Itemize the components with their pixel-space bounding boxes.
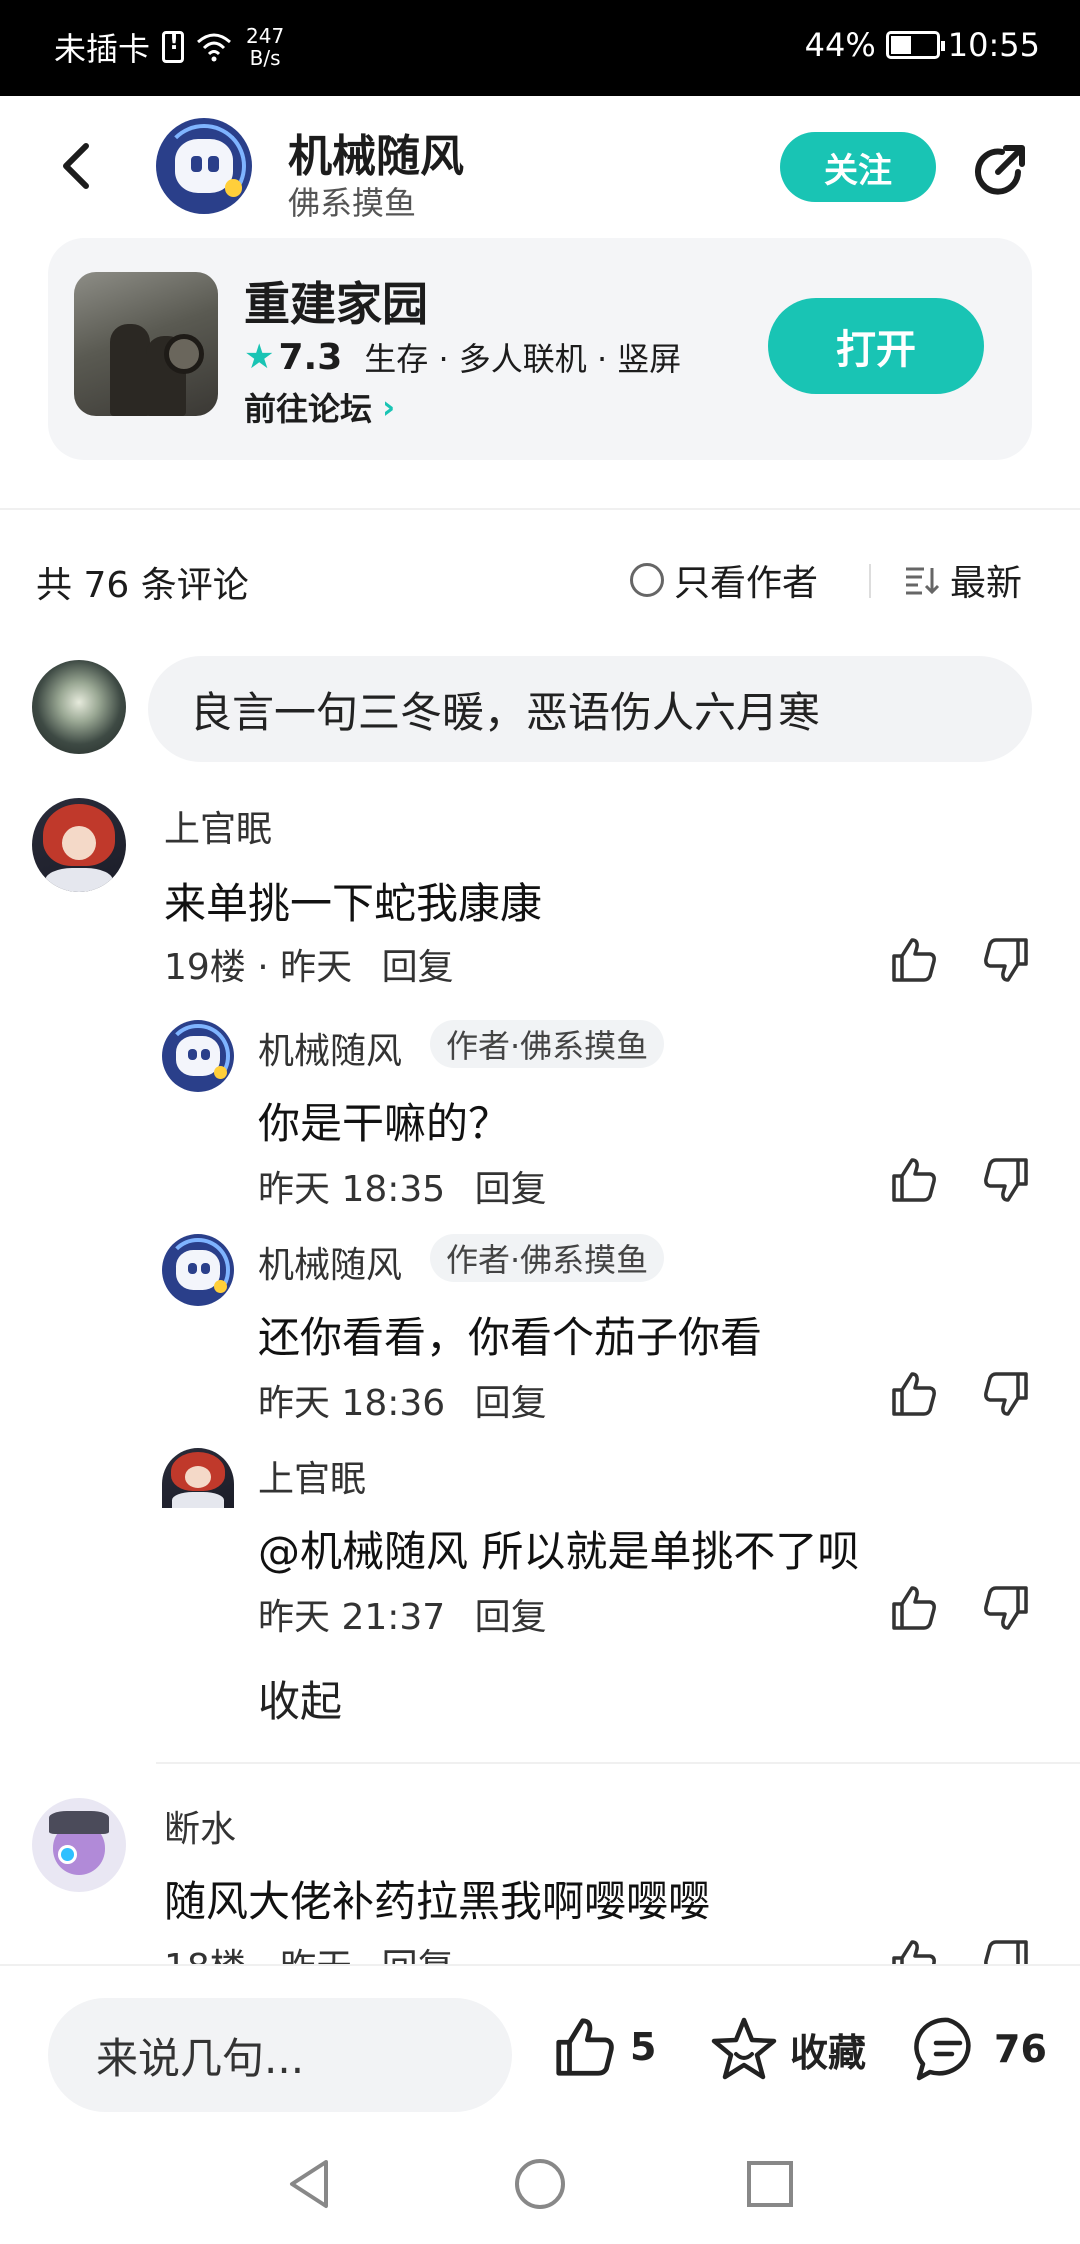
battery-icon bbox=[885, 31, 945, 59]
commenter-name[interactable]: 断水 bbox=[164, 1800, 236, 1852]
reply-button[interactable]: 回复 bbox=[475, 1169, 547, 1210]
thumbs-down-icon[interactable] bbox=[980, 1154, 1032, 1206]
comment-floor: 19楼 bbox=[164, 947, 246, 988]
like-count: 5 bbox=[630, 2025, 657, 2069]
star-outline-icon bbox=[711, 2017, 777, 2080]
nav-back-icon[interactable] bbox=[280, 2154, 340, 2214]
only-author-toggle[interactable]: 只看作者 bbox=[630, 554, 818, 606]
my-avatar[interactable] bbox=[32, 660, 126, 754]
status-bar: 未插卡 247 B/s 44% 10:55 bbox=[0, 0, 1080, 96]
nav-home-icon[interactable] bbox=[510, 2154, 570, 2214]
sort-label: 最新 bbox=[950, 563, 1023, 604]
game-icon[interactable] bbox=[74, 272, 218, 416]
clock: 10:55 bbox=[947, 26, 1040, 64]
thumbs-down-icon[interactable] bbox=[980, 1582, 1032, 1634]
comment-text: 来单挑一下蛇我康康 bbox=[164, 879, 543, 928]
thumbs-up-icon[interactable] bbox=[888, 1154, 940, 1206]
reply-meta: 昨天 21:37 回复 bbox=[258, 1588, 547, 1640]
reply-button[interactable]: 回复 bbox=[475, 1383, 547, 1424]
comment-input[interactable]: 来说几句... bbox=[48, 1998, 512, 2112]
comment-time: 昨天 bbox=[280, 947, 353, 988]
commenter-avatar[interactable] bbox=[32, 1798, 126, 1892]
speed-value: 247 bbox=[246, 24, 285, 48]
reply-button[interactable]: 回复 bbox=[475, 1597, 547, 1638]
favorite-label: 收藏 bbox=[790, 2030, 867, 2075]
section-divider bbox=[0, 508, 1080, 510]
system-nav-bar bbox=[0, 2124, 1080, 2244]
radio-icon bbox=[630, 563, 664, 597]
game-rating: 7.3 bbox=[278, 336, 343, 378]
comment-text: 随风大佬补药拉黑我啊嘤嘤嘤 bbox=[164, 1877, 711, 1926]
reply-button[interactable]: 回复 bbox=[382, 947, 454, 988]
back-icon[interactable] bbox=[50, 138, 106, 194]
collapse-replies-button[interactable]: 收起 bbox=[258, 1668, 342, 1729]
thumbs-up-icon[interactable] bbox=[888, 934, 940, 986]
thumbs-down-icon[interactable] bbox=[980, 1368, 1032, 1420]
author-badge: 作者·佛系摸鱼 bbox=[430, 1020, 665, 1068]
comment-prompt-text: 良言一句三冬暖，恶语伤人六月寒 bbox=[190, 687, 821, 737]
sort-toggle[interactable]: 最新 bbox=[904, 554, 1022, 606]
reply-meta: 昨天 18:36 回复 bbox=[258, 1374, 547, 1426]
thread-divider bbox=[156, 1762, 1080, 1764]
sort-icon bbox=[906, 567, 940, 595]
reply-text: 你是干嘛的？ bbox=[258, 1099, 511, 1148]
forum-link[interactable]: 前往论坛 › bbox=[244, 384, 395, 430]
open-game-button[interactable]: 打开 bbox=[768, 298, 984, 394]
game-tags: 生存 · 多人联机 · 竖屏 bbox=[364, 340, 682, 378]
chevron-right-icon: › bbox=[382, 388, 396, 426]
header-separator bbox=[869, 564, 871, 598]
comment-prompt-box[interactable]: 良言一句三冬暖，恶语伤人六月寒 bbox=[148, 656, 1032, 762]
status-right: 44% 10:55 bbox=[805, 26, 1040, 64]
status-left: 未插卡 247 B/s bbox=[54, 24, 284, 70]
comment-count: 76 bbox=[994, 2027, 1047, 2071]
forum-link-label: 前往论坛 bbox=[244, 390, 373, 428]
reply-avatar[interactable] bbox=[162, 1448, 234, 1508]
reply-meta: 昨天 18:35 回复 bbox=[258, 1160, 547, 1212]
reply-time: 昨天 18:35 bbox=[258, 1169, 446, 1210]
star-icon: ★ bbox=[244, 337, 275, 377]
thumbs-up-icon[interactable] bbox=[888, 1582, 940, 1634]
carrier-label: 未插卡 bbox=[54, 30, 151, 68]
author-avatar[interactable] bbox=[156, 118, 252, 214]
speed-unit: B/s bbox=[249, 46, 281, 70]
follow-button[interactable]: 关注 bbox=[780, 132, 936, 202]
chat-bubble-icon bbox=[914, 2017, 971, 2081]
reply-text: @机械随风 所以就是单挑不了呗 bbox=[258, 1527, 860, 1576]
reply-author-name[interactable]: 上官眠 bbox=[258, 1450, 366, 1502]
favorite-button[interactable]: 收藏 bbox=[710, 2016, 866, 2082]
reply-text: 还你看看，你看个茄子你看 bbox=[258, 1313, 763, 1362]
like-button[interactable]: 5 bbox=[552, 2016, 656, 2078]
only-author-label: 只看作者 bbox=[674, 563, 819, 604]
network-speed: 247 B/s bbox=[246, 25, 284, 69]
reply-avatar[interactable] bbox=[162, 1020, 234, 1092]
reply-author-name[interactable]: 机械随风 bbox=[258, 1236, 402, 1288]
author-badge: 作者·佛系摸鱼 bbox=[430, 1234, 665, 1282]
reply-time: 昨天 18:36 bbox=[258, 1383, 446, 1424]
author-name[interactable]: 机械随风 bbox=[288, 120, 464, 184]
battery-percent: 44% bbox=[804, 26, 876, 64]
wifi-icon bbox=[197, 33, 232, 62]
comment-input-placeholder: 来说几句... bbox=[96, 2033, 305, 2083]
reply-time: 昨天 21:37 bbox=[258, 1597, 446, 1638]
reply-author-name[interactable]: 机械随风 bbox=[258, 1022, 402, 1074]
author-subtitle: 佛系摸鱼 bbox=[288, 184, 417, 222]
reply-avatar[interactable] bbox=[162, 1234, 234, 1306]
nav-recents-icon[interactable] bbox=[740, 2154, 800, 2214]
game-rating-row: ★ 7.3 生存 · 多人联机 · 竖屏 bbox=[244, 334, 681, 380]
post-header: 机械随风 佛系摸鱼 关注 bbox=[0, 96, 1080, 236]
bottom-action-bar: 来说几句... 5 收藏 76 bbox=[0, 1964, 1080, 2124]
commenter-name[interactable]: 上官眠 bbox=[164, 800, 272, 852]
comment-meta: 19楼 · 昨天 回复 bbox=[164, 947, 454, 988]
share-icon[interactable] bbox=[968, 138, 1032, 202]
thumbs-up-icon bbox=[556, 2018, 614, 2076]
game-card[interactable]: 重建家园 ★ 7.3 生存 · 多人联机 · 竖屏 前往论坛 › 打开 bbox=[48, 238, 1032, 460]
thumbs-down-icon[interactable] bbox=[980, 934, 1032, 986]
thumbs-up-icon[interactable] bbox=[888, 1368, 940, 1420]
game-title[interactable]: 重建家园 bbox=[244, 268, 428, 334]
sim-warning-icon bbox=[162, 30, 185, 63]
comment-count-label: 共 76 条评论 bbox=[36, 565, 249, 606]
comments-header: 共 76 条评论 只看作者 最新 bbox=[0, 548, 1080, 612]
comment-button[interactable]: 76 bbox=[914, 2016, 1047, 2082]
commenter-avatar[interactable] bbox=[32, 798, 126, 892]
